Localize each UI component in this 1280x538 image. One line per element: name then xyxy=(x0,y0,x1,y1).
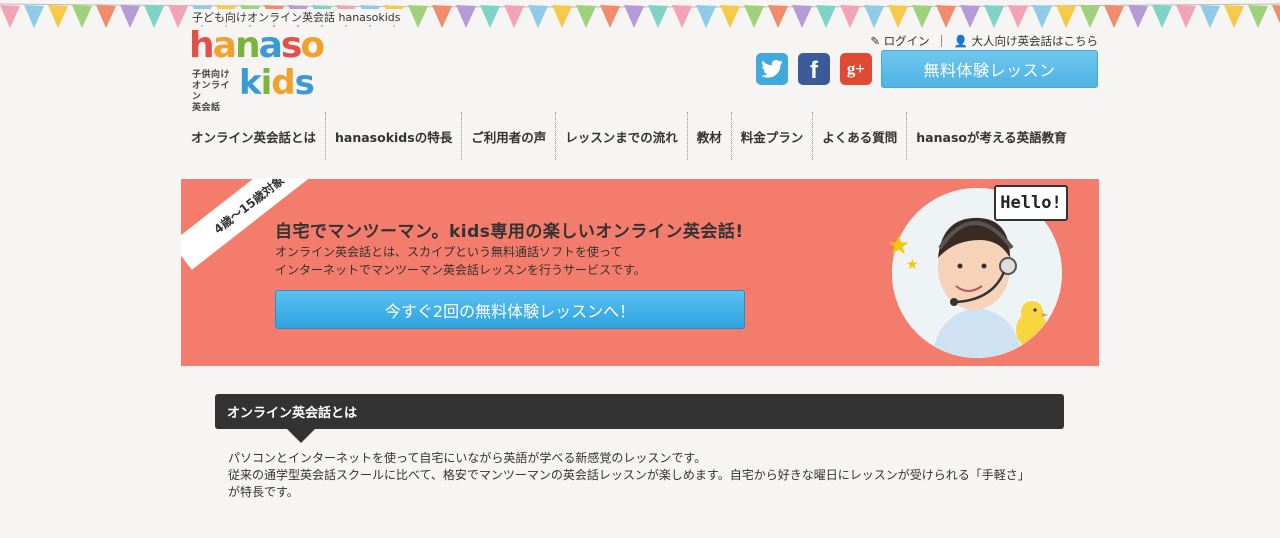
hero-description: オンライン英会話とは、スカイプという無料通話ソフトを使って インターネットでマン… xyxy=(275,245,646,277)
bunting-flag xyxy=(984,5,1004,28)
bunting-flag xyxy=(912,5,932,28)
nav-item-materials[interactable]: 教材 xyxy=(686,112,731,160)
bunting-flag xyxy=(792,5,812,28)
bunting-flag xyxy=(0,5,20,28)
adult-site-link[interactable]: 👤 大人向け英会話はこちら xyxy=(954,33,1098,49)
bunting-flag xyxy=(72,5,92,28)
bunting-flag xyxy=(1056,5,1076,28)
bunting-flag xyxy=(936,5,956,28)
bunting-flag xyxy=(1224,5,1244,28)
bunting-flag xyxy=(648,5,668,28)
bunting-flag xyxy=(1248,5,1268,28)
facebook-icon[interactable]: f xyxy=(798,53,830,85)
bunting-flag xyxy=(768,5,788,28)
logo-word-kids: kids xyxy=(239,63,315,103)
hanasokids-logo[interactable]: hanaso 子供向け オンライン 英会話 kids xyxy=(189,26,325,114)
bunting-flag xyxy=(1104,5,1124,28)
hero-cta-button[interactable]: 今すぐ2回の無料体験レッスンへ！ xyxy=(275,290,745,329)
bunting-flag xyxy=(480,5,500,28)
bunting-flag xyxy=(144,5,164,28)
login-link[interactable]: ✎ ログイン xyxy=(870,33,929,49)
bunting-flag xyxy=(24,5,44,28)
bunting-flag xyxy=(504,5,524,28)
bunting-flag xyxy=(624,5,644,28)
section-header-about: オンライン英会話とは xyxy=(215,394,1064,443)
hero-banner: 4歳〜15歳対象 自宅でマンツーマン。kids専用の楽しいオンライン英会話! オ… xyxy=(181,179,1099,366)
user-icon: 👤 xyxy=(953,34,968,48)
star-icon-small: ★ xyxy=(906,257,919,273)
bunting-flag xyxy=(552,5,572,28)
bunting-flag xyxy=(1128,5,1148,28)
hello-speech-bubble: Hello! xyxy=(994,185,1068,221)
free-trial-button[interactable]: 無料体験レッスン xyxy=(881,50,1098,88)
bunting-flag xyxy=(528,5,548,28)
bunting-flag xyxy=(168,5,188,28)
bunting-flag xyxy=(1176,5,1196,28)
nav-item-flow[interactable]: レッスンまでの流れ xyxy=(555,112,687,160)
global-nav: オンライン英会話とは hanasokidsの特長 ご利用者の声 レッスンまでの流… xyxy=(182,112,1076,160)
section-header-pointer xyxy=(287,429,315,443)
section-body: パソコンとインターネットを使って自宅にいながら英語が学べる新感覚のレッスンです。… xyxy=(228,451,1030,499)
hero-headline: 自宅でマンツーマン。kids専用の楽しいオンライン英会話! xyxy=(275,222,744,242)
google-plus-icon[interactable]: g+ xyxy=(840,53,872,85)
bunting-flag xyxy=(840,5,860,28)
logo-subtitle: 子供向け オンライン 英会話 xyxy=(192,70,231,113)
bunting-flag xyxy=(120,5,140,28)
link-separator: | xyxy=(939,33,944,47)
bunting-flag xyxy=(1200,5,1220,28)
bunting-flag xyxy=(720,5,740,28)
bunting-flag xyxy=(1032,5,1052,28)
nav-item-voices[interactable]: ご利用者の声 xyxy=(461,112,555,160)
nav-item-pricing[interactable]: 料金プラン xyxy=(730,112,813,160)
bunting-flag xyxy=(960,5,980,28)
bunting-flag xyxy=(48,5,68,28)
bunting-flag xyxy=(1008,5,1028,28)
twitter-icon[interactable] xyxy=(756,53,788,85)
bunting-flag xyxy=(408,5,428,28)
bunting-flag xyxy=(672,5,692,28)
header-links: ✎ ログイン | 👤 大人向け英会話はこちら xyxy=(870,33,1098,49)
bunting-flag xyxy=(864,5,884,28)
bunting-flag xyxy=(696,5,716,28)
nav-item-faq[interactable]: よくある質問 xyxy=(812,112,906,160)
nav-item-features[interactable]: hanasokidsの特長 xyxy=(325,112,461,160)
edit-icon: ✎ xyxy=(870,34,880,48)
bunting-flag xyxy=(96,5,116,28)
bunting-flag xyxy=(1272,5,1280,24)
bunting-flag xyxy=(1080,5,1100,28)
bunting-flag xyxy=(576,5,596,28)
nav-item-education[interactable]: hanasoが考える英語教育 xyxy=(906,112,1075,160)
nav-item-about[interactable]: オンライン英会話とは xyxy=(182,112,325,160)
bunting-flag xyxy=(744,5,764,28)
bunting-flag xyxy=(816,5,836,28)
bunting-flag xyxy=(888,5,908,28)
bunting-flag xyxy=(456,5,476,28)
social-links: f g+ xyxy=(756,53,872,85)
site-tagline: 子ども向けオンライン英会話 hanasokids xyxy=(190,9,403,25)
bunting-flag xyxy=(600,5,620,28)
bunting-flag xyxy=(1152,5,1172,28)
logo-word-hanaso: hanaso xyxy=(189,25,325,66)
bunting-flag xyxy=(432,5,452,28)
